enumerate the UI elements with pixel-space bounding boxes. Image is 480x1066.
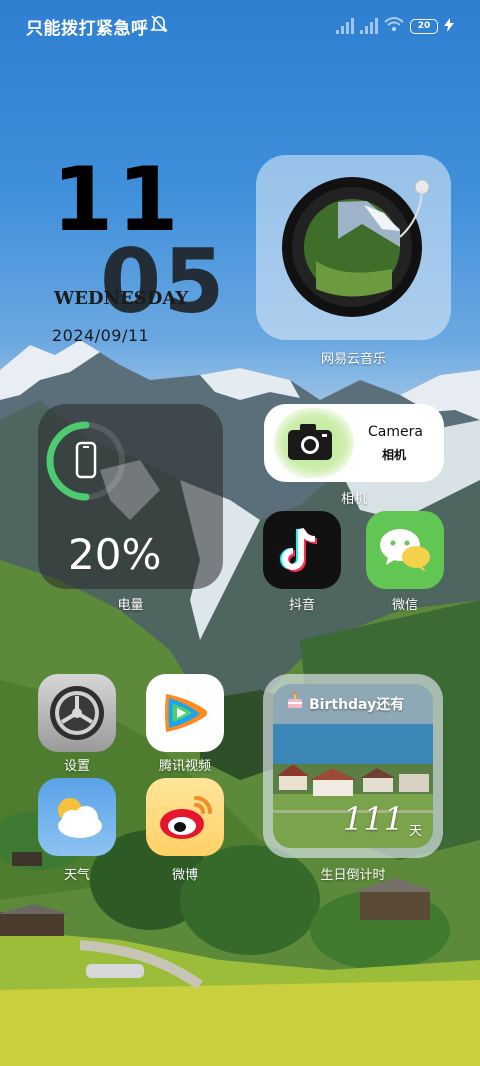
music-widget[interactable] bbox=[256, 155, 451, 340]
weekday-label: WEDNESDAY bbox=[54, 288, 189, 309]
camera-widget[interactable]: Camera 相机 bbox=[264, 404, 444, 482]
app-weather[interactable] bbox=[38, 778, 116, 856]
app-douyin[interactable] bbox=[263, 511, 341, 589]
camera-icon bbox=[286, 422, 334, 466]
signal-icon-2 bbox=[360, 18, 378, 34]
weather-icon bbox=[50, 792, 106, 846]
battery-percent: 20% bbox=[68, 530, 162, 579]
app-tencent-video[interactable] bbox=[146, 674, 224, 752]
app-weibo[interactable] bbox=[146, 778, 224, 856]
birthday-widget-label: 生日倒计时 bbox=[320, 868, 386, 883]
date-label: 2024/09/11 bbox=[52, 326, 150, 345]
app-weibo-label: 微博 bbox=[171, 868, 198, 883]
battery-indicator: 20 bbox=[410, 18, 438, 34]
battery-ring-icon bbox=[46, 418, 126, 508]
signal-icon bbox=[336, 18, 354, 34]
app-weather-label: 天气 bbox=[63, 868, 90, 883]
birthday-count: 111 bbox=[343, 800, 405, 838]
mute-bell-icon bbox=[150, 14, 168, 38]
music-widget-label: 网易云音乐 bbox=[320, 352, 386, 367]
vinyl-record-icon bbox=[272, 169, 437, 323]
app-settings[interactable] bbox=[38, 674, 116, 752]
app-tencent-video-label: 腾讯视频 bbox=[158, 759, 211, 774]
camera-subtitle: 相机 bbox=[382, 448, 407, 462]
carrier-label: 只能拨打紧急呼 bbox=[26, 19, 149, 39]
app-wechat[interactable] bbox=[366, 511, 444, 589]
wechat-icon bbox=[378, 525, 434, 579]
tencent-video-icon bbox=[160, 688, 210, 742]
birthday-title: Birthday还有 bbox=[309, 697, 405, 713]
app-wechat-label: 微信 bbox=[391, 598, 418, 613]
battery-widget-label: 电量 bbox=[117, 598, 144, 613]
app-settings-label: 设置 bbox=[63, 759, 90, 774]
birthday-unit: 天 bbox=[409, 824, 423, 839]
tiktok-icon bbox=[279, 525, 325, 579]
camera-title: Camera bbox=[368, 424, 423, 440]
weibo-icon bbox=[156, 790, 216, 848]
battery-widget[interactable]: 20% bbox=[38, 404, 223, 589]
cake-icon bbox=[285, 690, 305, 714]
wifi-icon bbox=[384, 16, 404, 36]
settings-icon bbox=[46, 682, 108, 748]
birthday-widget[interactable]: Birthday还有 111 天 bbox=[263, 674, 443, 858]
app-douyin-label: 抖音 bbox=[288, 598, 315, 613]
clock-minute: 05 bbox=[100, 230, 227, 333]
status-bar: 只能拨打紧急呼 20 bbox=[0, 0, 480, 50]
charging-bolt-icon bbox=[444, 17, 454, 36]
camera-widget-label: 相机 bbox=[340, 492, 367, 507]
